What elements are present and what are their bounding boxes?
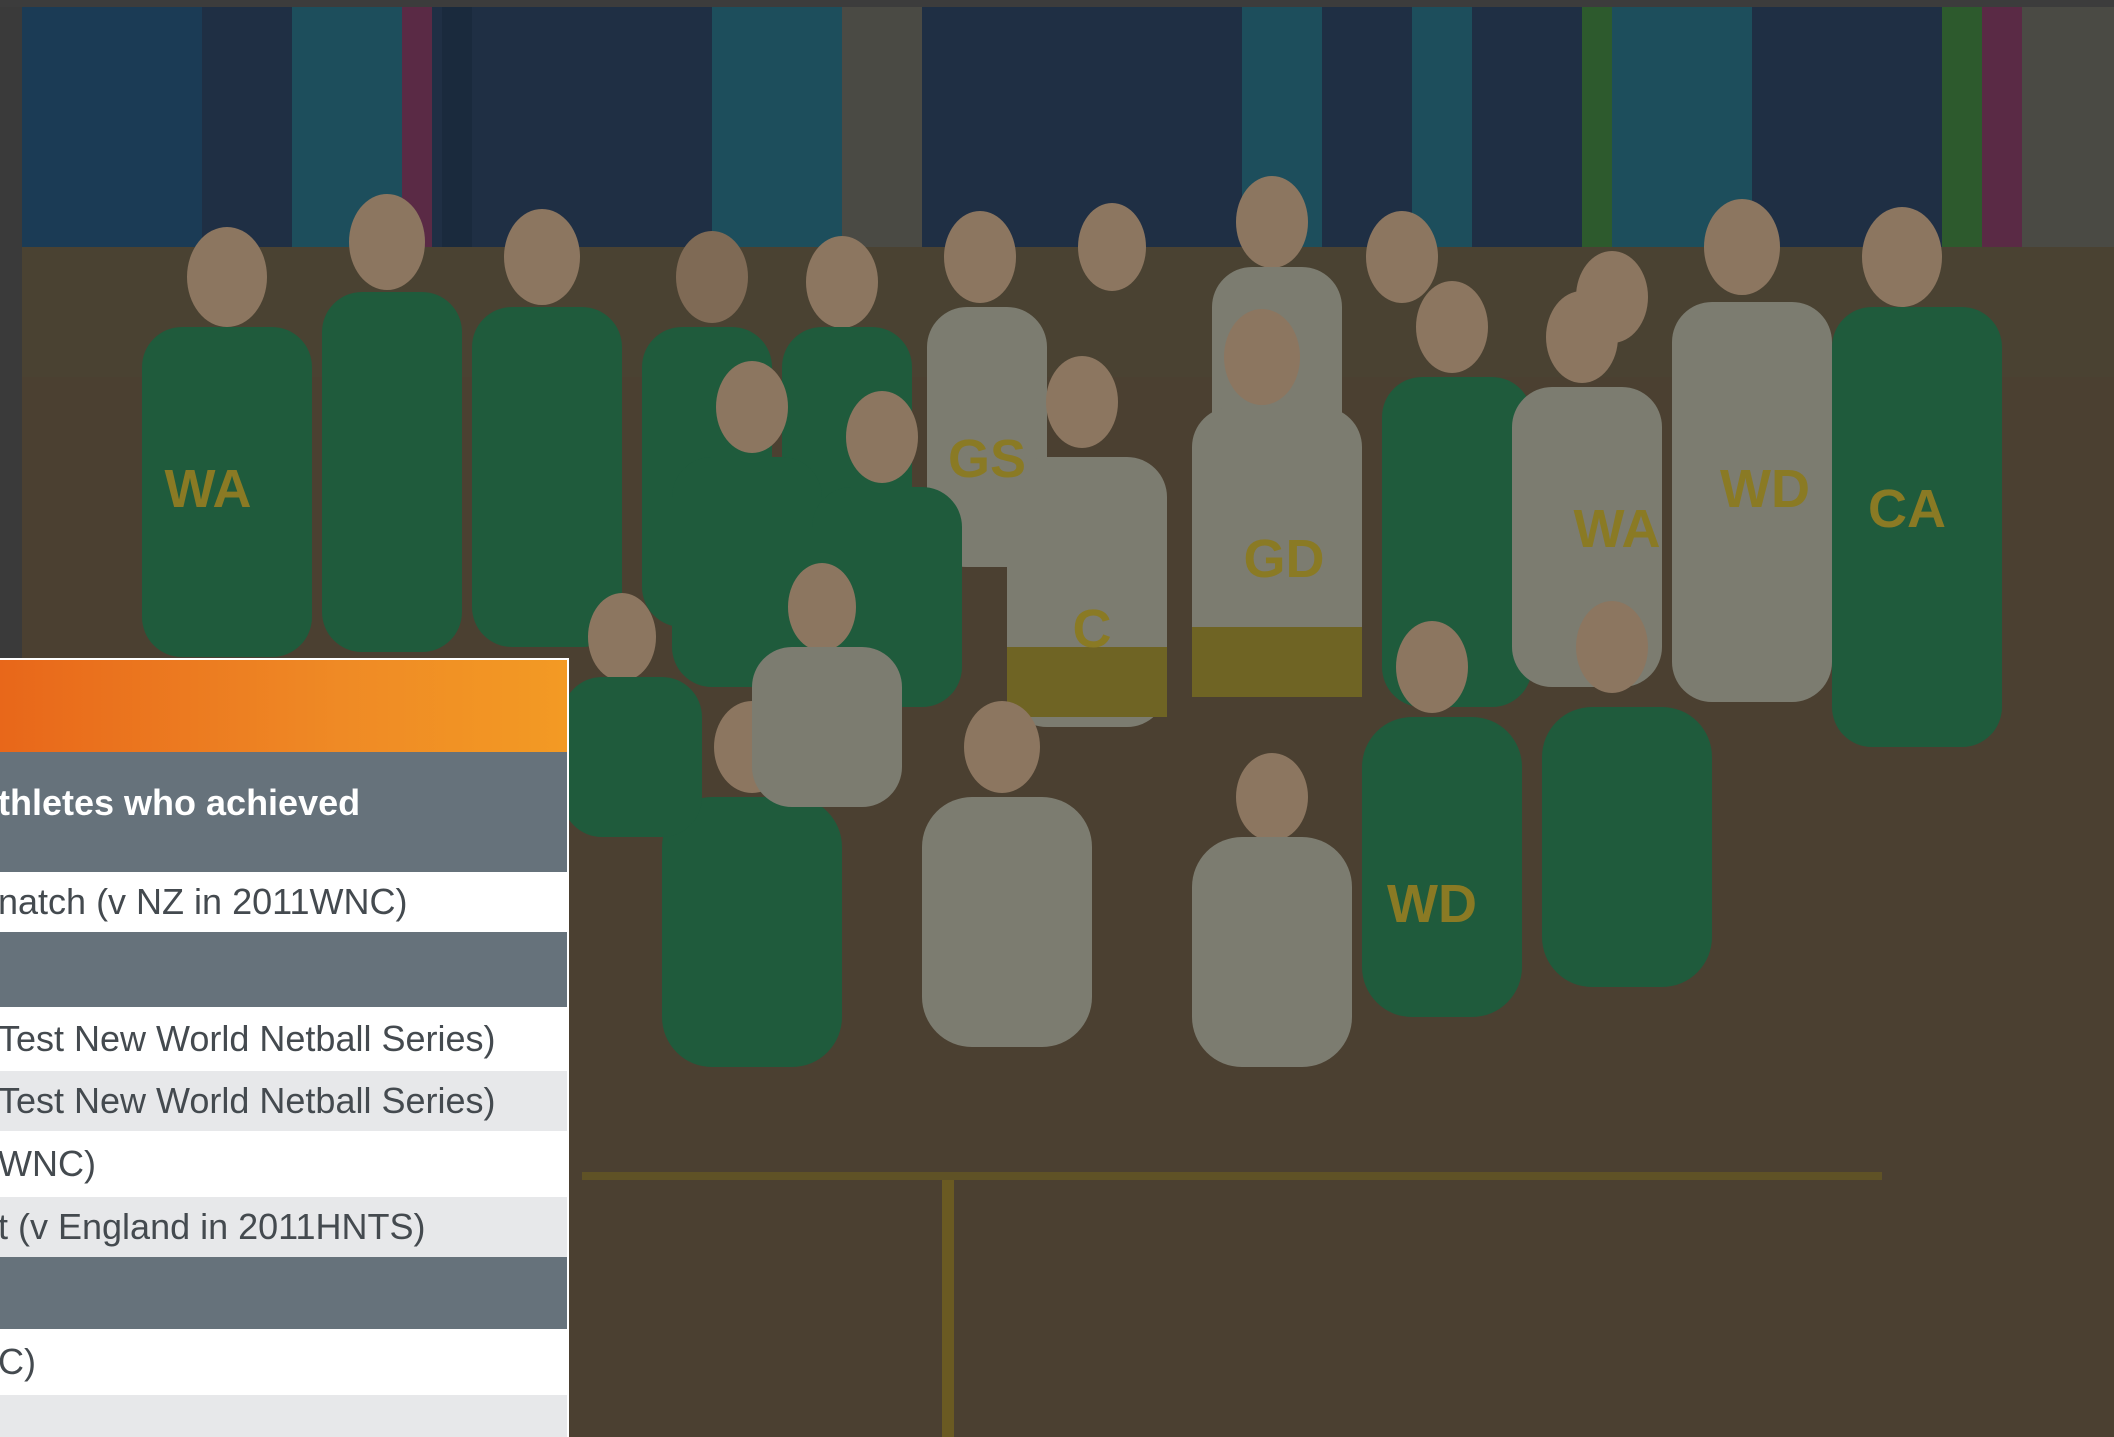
jersey-label-c: C: [1073, 599, 1112, 659]
list-item[interactable]: [0, 1395, 567, 1437]
list-item-text: WNC): [0, 1143, 96, 1184]
list-item[interactable]: t (v England in 2011HNTS): [0, 1197, 567, 1257]
jersey-label-gd: GD: [1244, 529, 1325, 589]
jersey-label-gs: GS: [948, 429, 1026, 489]
list-item-text: C): [0, 1341, 36, 1382]
list-item[interactable]: Test New World Netball Series): [0, 1071, 567, 1131]
jersey-label-wa-2: WA: [1574, 499, 1661, 559]
list-item-text: t (v England in 2011HNTS): [0, 1206, 426, 1247]
section-heading: thletes who achieved: [0, 752, 567, 872]
jersey-label-wd-2: WD: [1387, 874, 1477, 934]
section-heading-text: thletes who achieved: [0, 782, 361, 823]
jersey-label-wd-1: WD: [1720, 459, 1810, 519]
section-heading: [0, 1257, 567, 1329]
list-item-text: Test New World Netball Series): [0, 1080, 496, 1121]
list-item[interactable]: C): [0, 1329, 567, 1395]
list-item-text: Test New World Netball Series): [0, 1018, 496, 1059]
list-item[interactable]: Test New World Netball Series): [0, 1007, 567, 1071]
list-item[interactable]: natch (v NZ in 2011WNC): [0, 872, 567, 932]
panel-header: [0, 660, 567, 752]
info-panel: thletes who achieved natch (v NZ in 2011…: [0, 658, 569, 1437]
list-item-text: natch (v NZ in 2011WNC): [0, 881, 408, 922]
jersey-label-ca: CA: [1868, 479, 1946, 539]
top-bar: [0, 0, 2114, 7]
section-heading: [0, 932, 567, 1007]
jersey-label-wa-1: WA: [165, 459, 252, 519]
lightbox-stage: WA GS C GD WA WD CA WD thletes who achie…: [0, 0, 2114, 1437]
list-item[interactable]: WNC): [0, 1131, 567, 1197]
